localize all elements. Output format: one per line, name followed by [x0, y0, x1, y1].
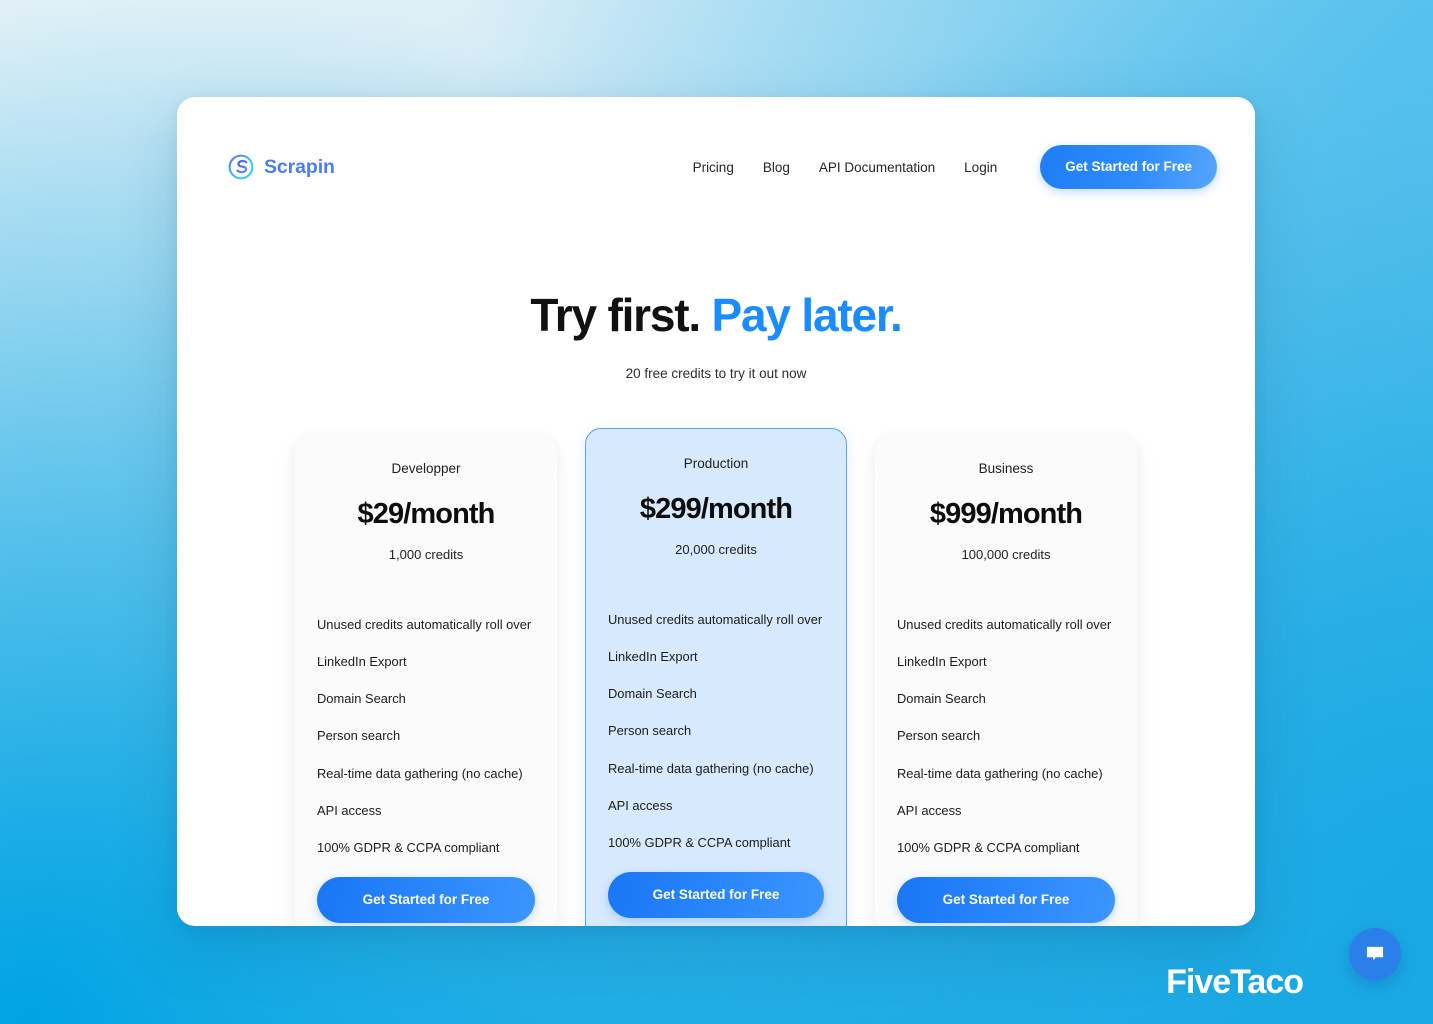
- plan-name: Production: [683, 456, 749, 471]
- list-item: Unused credits automatically roll over: [317, 617, 532, 632]
- pricing-card-business: Business $999/month 100,000 credits Unus…: [875, 435, 1137, 926]
- plan-price: $999/month: [929, 498, 1083, 530]
- plan-price: $29/month: [357, 498, 496, 530]
- plan-cta-wrapper: Get Started for Free: [608, 871, 824, 926]
- list-item: API access: [317, 802, 382, 818]
- list-item: Person search: [897, 728, 981, 744]
- plan-credits: 1,000 credits: [388, 547, 464, 562]
- list-item: API access: [608, 797, 673, 813]
- list-item: 100% GDPR & CCPA compliant: [608, 834, 791, 850]
- plan-get-started-button[interactable]: Get Started for Free: [317, 876, 535, 923]
- list-item: LinkedIn Export: [897, 654, 987, 670]
- plan-feature-list: Unused credits automatically roll over L…: [897, 617, 1115, 877]
- brand-name: Scrapin: [264, 155, 335, 178]
- nav-link-pricing[interactable]: Pricing: [693, 160, 734, 175]
- list-item: 100% GDPR & CCPA compliant: [317, 839, 500, 855]
- plan-name: Developper: [391, 461, 461, 476]
- plan-cta-wrapper: Get Started for Free: [317, 876, 535, 926]
- pricing-plans: Developper $29/month 1,000 credits Unuse…: [177, 428, 1255, 926]
- list-item: Person search: [608, 723, 692, 739]
- browser-page-container: Scrapin Pricing Blog API Documentation L…: [177, 97, 1255, 926]
- list-item: Unused credits automatically roll over: [608, 612, 823, 627]
- list-item: Real-time data gathering (no cache): [897, 765, 1103, 781]
- hero-section: Try first. Pay later. 20 free credits to…: [177, 289, 1255, 381]
- pricing-card-production: Production $299/month 20,000 credits Unu…: [585, 428, 847, 926]
- plan-name: Business: [978, 461, 1034, 476]
- header-get-started-button[interactable]: Get Started for Free: [1040, 145, 1217, 189]
- list-item: Person search: [317, 728, 401, 744]
- hero-title-accent: Pay later.: [711, 289, 903, 341]
- plan-price: $299/month: [639, 493, 793, 525]
- main-navigation: Pricing Blog API Documentation Login Get…: [693, 145, 1217, 189]
- pricing-card-developper: Developper $29/month 1,000 credits Unuse…: [295, 435, 557, 926]
- scrapin-s-circle-icon: [227, 153, 255, 181]
- list-item: Domain Search: [897, 691, 986, 707]
- list-item: LinkedIn Export: [608, 649, 698, 665]
- plan-credits: 100,000 credits: [961, 547, 1051, 562]
- nav-link-blog[interactable]: Blog: [763, 160, 790, 175]
- plan-feature-list: Unused credits automatically roll over L…: [608, 612, 824, 872]
- list-item: Real-time data gathering (no cache): [608, 760, 814, 776]
- site-header: Scrapin Pricing Blog API Documentation L…: [177, 97, 1255, 237]
- list-item: Unused credits automatically roll over: [897, 617, 1112, 632]
- nav-link-api-documentation[interactable]: API Documentation: [819, 160, 935, 175]
- page-title: Try first. Pay later.: [177, 289, 1255, 342]
- plan-feature-list: Unused credits automatically roll over L…: [317, 617, 535, 877]
- plan-get-started-button[interactable]: Get Started for Free: [897, 876, 1115, 923]
- plan-cta-wrapper: Get Started for Free: [897, 876, 1115, 926]
- hero-subtitle: 20 free credits to try it out now: [625, 365, 807, 381]
- list-item: Domain Search: [317, 691, 406, 707]
- chat-bubble-icon: [1364, 943, 1386, 965]
- nav-link-login[interactable]: Login: [964, 160, 997, 175]
- list-item: Real-time data gathering (no cache): [317, 765, 523, 781]
- hero-title-plain: Try first.: [530, 289, 701, 341]
- chat-widget-button[interactable]: [1349, 928, 1401, 980]
- list-item: 100% GDPR & CCPA compliant: [897, 839, 1080, 855]
- plan-credits: 20,000 credits: [675, 542, 757, 557]
- fivetaco-watermark: FiveTaco: [1166, 963, 1304, 1001]
- plan-get-started-button[interactable]: Get Started for Free: [608, 871, 824, 918]
- list-item: Domain Search: [608, 686, 697, 702]
- list-item: LinkedIn Export: [317, 654, 407, 670]
- list-item: API access: [897, 802, 962, 818]
- brand-logo[interactable]: Scrapin: [227, 153, 335, 181]
